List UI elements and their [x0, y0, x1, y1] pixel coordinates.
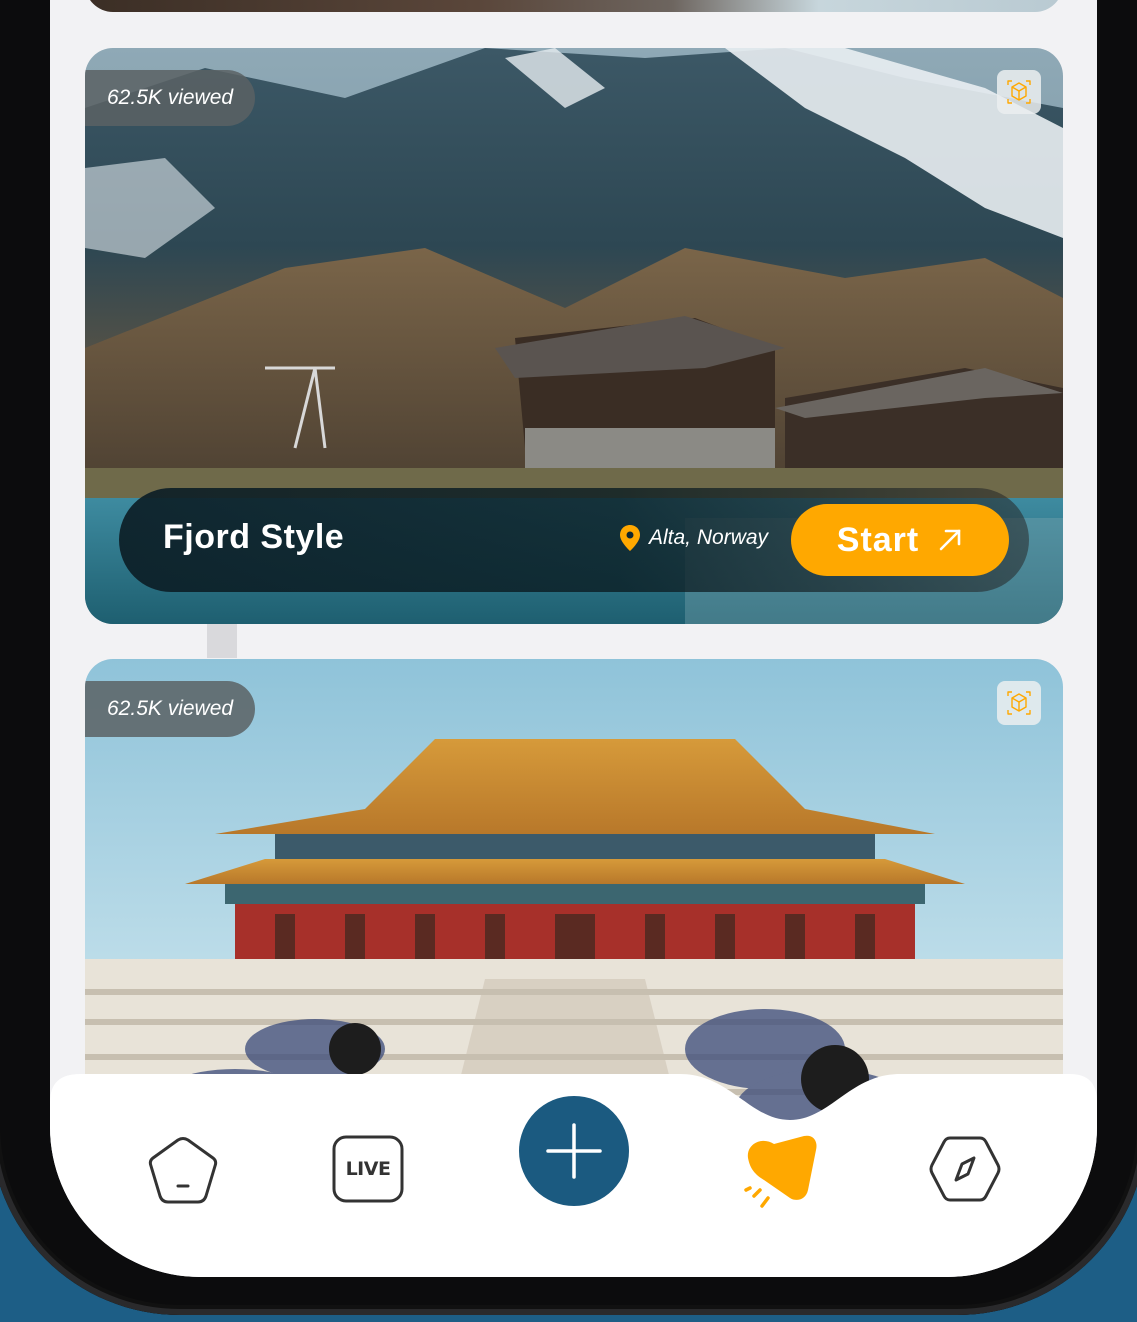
nav-favorites[interactable] — [740, 1132, 820, 1212]
bottom-navigation: LIVE — [50, 1072, 1097, 1277]
destination-card[interactable]: 62.5K viewed — [85, 659, 1063, 1139]
card-info-bar: Fjord Style Alta, Norway Start — [119, 488, 1029, 592]
nav-explore[interactable] — [928, 1132, 1002, 1206]
destination-card[interactable]: 62.5K viewed Fjord Style Alta, Norway St… — [85, 48, 1063, 624]
ar-cube-icon — [1007, 80, 1031, 104]
scroll-indicator — [207, 624, 237, 658]
start-button[interactable]: Start — [791, 504, 1009, 576]
live-label: LIVE — [345, 1158, 391, 1180]
location-text: Alta, Norway — [649, 526, 769, 549]
view-count-badge: 62.5K viewed — [85, 681, 256, 737]
view-count-badge: 62.5K viewed — [85, 70, 256, 126]
compass-icon — [929, 1136, 1001, 1202]
ar-view-button[interactable] — [997, 681, 1041, 725]
place-title: Fjord Style — [163, 518, 345, 556]
nav-home[interactable] — [145, 1134, 221, 1208]
previous-card[interactable] — [85, 0, 1063, 12]
location-pin-icon — [620, 525, 640, 551]
heart-icon — [744, 1135, 817, 1208]
app-screen: 62.5K viewed Fjord Style Alta, Norway St… — [50, 0, 1097, 1277]
pentagon-home-icon — [148, 1137, 218, 1204]
ar-view-button[interactable] — [997, 70, 1041, 114]
add-button[interactable] — [519, 1096, 629, 1206]
ar-cube-icon — [1007, 691, 1031, 715]
location: Alta, Norway — [619, 524, 768, 552]
nav-live[interactable]: LIVE — [331, 1134, 405, 1204]
plus-icon — [546, 1123, 602, 1179]
arrow-up-right-icon — [939, 529, 961, 551]
start-button-label: Start — [836, 520, 920, 559]
